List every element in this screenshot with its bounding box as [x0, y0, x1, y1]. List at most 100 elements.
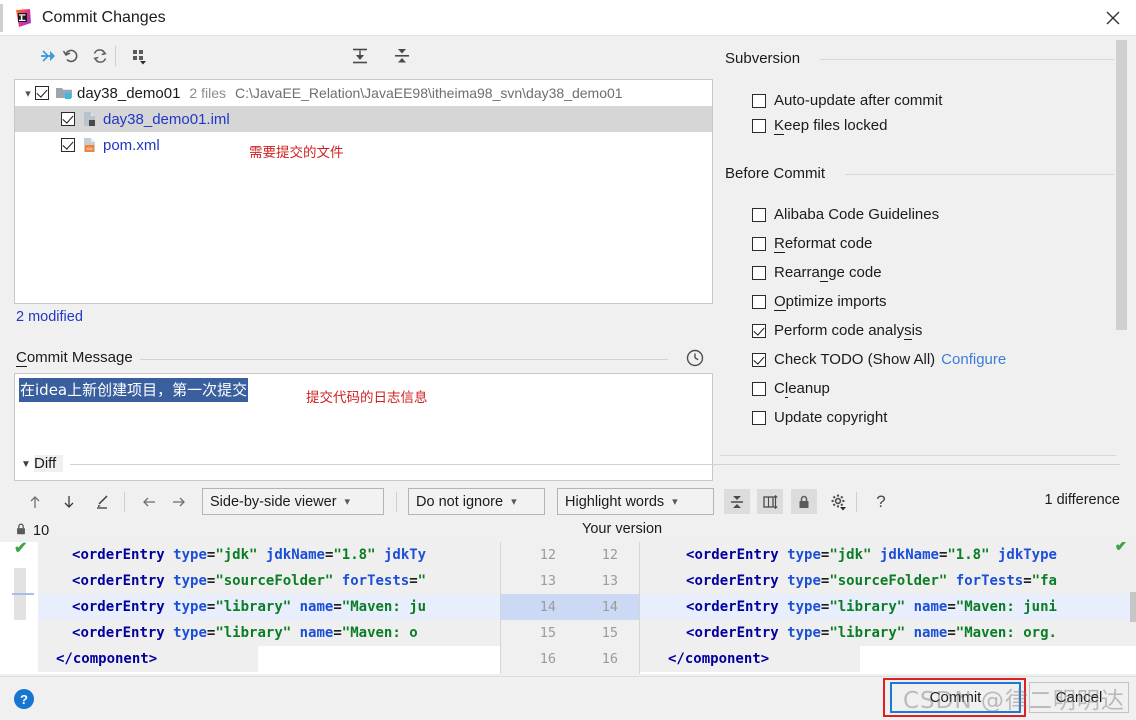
checkbox-auto-update-after-commit[interactable]: Auto-update after commit — [752, 92, 942, 109]
question-mark-icon[interactable]: ? — [868, 489, 894, 515]
code-line: <orderEntry type="sourceFolder" forTests… — [72, 573, 427, 589]
code-line: <orderEntry type="library" name="Maven: … — [72, 599, 427, 615]
checkbox-box[interactable] — [752, 93, 766, 108]
revert-icon[interactable] — [59, 44, 83, 68]
table-row[interactable]: ▾ day38_demo01 2 files C:\JavaEE_Relatio… — [15, 80, 712, 106]
divider — [820, 59, 1118, 60]
divider — [845, 174, 1118, 175]
checkbox-alibaba-code-guidelines[interactable]: Alibaba Code Guidelines — [752, 206, 939, 223]
checkbox-box[interactable] — [752, 236, 766, 251]
code-line: <orderEntry type="sourceFolder" forTests… — [686, 573, 1057, 589]
commit-message-value: 在idea上新创建项目，第一次提交 — [19, 378, 249, 402]
gear-icon[interactable] — [826, 489, 852, 515]
clock-icon[interactable] — [685, 348, 705, 368]
code-line: <orderEntry type="library" name="Maven: … — [72, 625, 418, 641]
checkbox-box[interactable] — [752, 410, 766, 425]
checkbox-box[interactable] — [752, 381, 766, 396]
help-icon[interactable]: ? — [14, 689, 34, 709]
table-row[interactable]: <> pom.xml — [15, 132, 712, 158]
checkbox-rearrange-code[interactable]: Rearrange code — [752, 264, 882, 282]
window-title: Commit Changes — [42, 8, 166, 26]
checkbox-cleanup[interactable]: Cleanup — [752, 380, 830, 398]
highlight-dropdown[interactable]: Highlight words ▾ — [557, 488, 714, 515]
diff-left-header: 10 — [14, 522, 49, 540]
diff-viewer[interactable]: ✔ <orderEntry type="jdk" jdkName="1.8" j… — [0, 542, 1136, 674]
title-bar: Commit Changes — [0, 0, 1136, 36]
checkbox-label: Cleanup — [774, 380, 830, 398]
group-title-subversion: Subversion — [725, 50, 801, 67]
file-checkbox[interactable] — [61, 138, 75, 152]
line-number: 16 — [539, 651, 556, 667]
commit-message-annotation: 提交代码的日志信息 — [306, 390, 428, 406]
checkbox-box[interactable] — [752, 207, 766, 222]
file-checkbox[interactable] — [35, 86, 49, 100]
line-number: 12 — [601, 547, 618, 563]
changes-panel: Changelist: Default Changelist ▾ ▾ day38… — [0, 36, 720, 481]
check-icon: ✔ — [1114, 542, 1128, 555]
changed-files-tree[interactable]: ▾ day38_demo01 2 files C:\JavaEE_Relatio… — [14, 79, 713, 304]
group-by-icon[interactable] — [127, 44, 151, 68]
options-scrollbar-thumb[interactable] — [1116, 40, 1127, 330]
diff-line-numbers: 12 13 14 15 16 12 13 14 15 16 — [500, 542, 640, 674]
diff-right-pane[interactable]: <orderEntry type="jdk" jdkName="1.8" jdk… — [640, 542, 1136, 674]
checkbox-box[interactable] — [752, 265, 766, 280]
collapse-unchanged-icon[interactable] — [724, 489, 750, 514]
line-number: 14 — [539, 599, 556, 615]
checkbox-box[interactable] — [752, 323, 766, 338]
lock-icon — [14, 522, 28, 540]
file-checkbox[interactable] — [61, 112, 75, 126]
checkbox-reformat-code[interactable]: Reformat code — [752, 235, 873, 253]
configure-link[interactable]: Configure — [941, 351, 1006, 368]
checkbox-keep-files-locked[interactable]: Keep files locked — [752, 117, 888, 135]
lock-icon[interactable] — [791, 489, 817, 514]
svg-text:<>: <> — [86, 147, 93, 153]
checkbox-label: Reformat code — [774, 235, 873, 253]
viewer-mode-dropdown[interactable]: Side-by-side viewer ▾ — [202, 488, 384, 515]
diff-scrollbar-thumb[interactable] — [1130, 592, 1136, 622]
chevron-down-icon: ▾ — [672, 496, 678, 508]
checkbox-box[interactable] — [752, 294, 766, 309]
arrow-right-icon[interactable] — [166, 489, 192, 515]
checkbox-update-copyright[interactable]: Update copyright — [752, 409, 887, 426]
divider — [500, 542, 501, 674]
checkbox-box[interactable] — [752, 118, 766, 133]
toolbar-divider — [396, 492, 397, 512]
code-line: <orderEntry type="library" name="Maven: … — [686, 625, 1057, 641]
diff-right-header: Your version — [582, 521, 663, 537]
arrow-left-icon[interactable] — [136, 489, 162, 515]
arrow-down-icon[interactable] — [56, 489, 82, 515]
cancel-button[interactable]: Cancel — [1029, 682, 1129, 713]
whitespace-dropdown[interactable]: Do not ignore ▾ — [408, 488, 545, 515]
diff-left-pane[interactable]: ✔ <orderEntry type="jdk" jdkName="1.8" j… — [0, 542, 500, 674]
line-number: 13 — [601, 573, 618, 589]
line-number: 13 — [539, 573, 556, 589]
line-number: 15 — [601, 625, 618, 641]
files-annotation: 需要提交的文件 — [249, 145, 344, 161]
line-number: 12 — [539, 547, 556, 563]
table-row[interactable]: day38_demo01.iml — [15, 106, 712, 132]
checkbox-check-todo[interactable]: Check TODO (Show All) Configure — [752, 351, 1006, 368]
show-diff-icon[interactable] — [36, 44, 60, 68]
pencil-icon[interactable] — [90, 489, 116, 515]
folder-module-icon — [55, 85, 73, 101]
arrow-up-icon[interactable] — [22, 489, 48, 515]
expand-all-icon[interactable] — [348, 44, 372, 68]
collapse-all-icon[interactable] — [390, 44, 414, 68]
commit-button[interactable]: Commit — [890, 682, 1021, 713]
toolbar-divider — [115, 46, 116, 66]
difference-count: 1 difference — [1044, 492, 1120, 508]
refresh-icon[interactable] — [88, 44, 112, 68]
diff-section-label: Diff — [34, 455, 64, 472]
close-icon[interactable] — [1090, 0, 1136, 36]
window-edge-stripe — [0, 4, 3, 32]
triangle-down-icon[interactable]: ▼ — [21, 459, 31, 470]
diff-left-gutter[interactable]: ✔ — [0, 542, 38, 674]
checkbox-optimize-imports[interactable]: Optimize imports — [752, 293, 887, 311]
checkbox-label: Keep files locked — [774, 117, 888, 135]
code-line: <orderEntry type="library" name="Maven: … — [686, 599, 1057, 615]
sync-scroll-icon[interactable] — [757, 489, 783, 514]
file-path: C:\JavaEE_Relation\JavaEE98\itheima98_sv… — [235, 85, 623, 101]
checkbox-box[interactable] — [752, 352, 766, 367]
chevron-down-icon[interactable]: ▾ — [21, 87, 35, 100]
checkbox-perform-code-analysis[interactable]: Perform code analysis — [752, 322, 922, 340]
